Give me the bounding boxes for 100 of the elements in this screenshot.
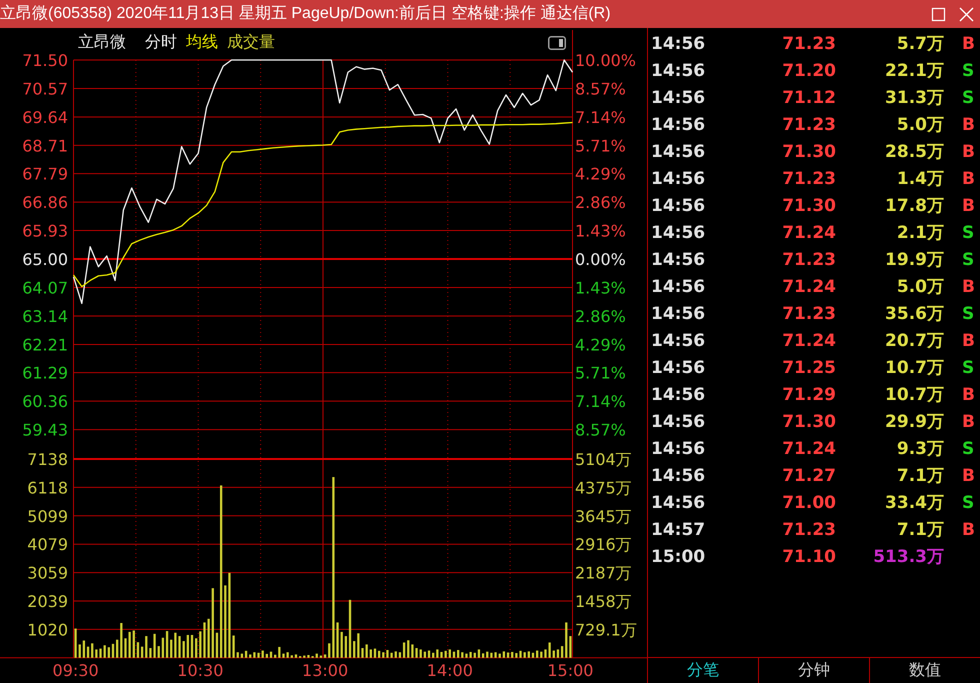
volume-bar [448, 649, 451, 658]
close-icon[interactable] [959, 6, 974, 22]
trade-volume: 5.0万 [896, 276, 944, 296]
volume-bar [108, 647, 110, 658]
volume-bar [78, 644, 81, 658]
price-axis-label: 69.64 [22, 108, 68, 127]
change-percent-label: 2.86% [575, 193, 626, 212]
volume-bar [249, 654, 252, 658]
volume-bar [74, 628, 77, 658]
legend-label: 成交量 [227, 33, 275, 50]
price-axis-label: 63.14 [22, 307, 68, 326]
trade-side: B [962, 276, 975, 296]
volume-bar [158, 646, 160, 658]
trade-time: 14:56 [651, 304, 706, 324]
amount-axis-label: 5104万 [575, 450, 632, 469]
volume-bar [266, 654, 268, 658]
trade-volume: 10.7万 [885, 384, 944, 404]
amount-axis-label: 729.1万 [575, 620, 637, 640]
change-percent-label: 5.71% [575, 136, 626, 156]
trade-side: B [962, 34, 975, 54]
price-axis-label: 68.71 [22, 136, 68, 156]
trade-price: 71.29 [782, 384, 836, 404]
bottom-tab[interactable]: 分钟 [758, 658, 869, 683]
time-axis-label: 09:30 [52, 661, 99, 680]
trade-price: 71.12 [782, 88, 836, 108]
price-axis-label: 70.57 [22, 79, 68, 98]
trade-side: B [962, 384, 975, 404]
volume-bar [420, 649, 422, 658]
volume-bar [316, 654, 318, 658]
volume-bar [212, 588, 214, 658]
trade-volume: 2.1万 [896, 222, 944, 242]
trade-volume: 9.3万 [896, 438, 944, 458]
volume-bar [124, 638, 127, 658]
trade-side: B [962, 142, 975, 162]
trade-time: 14:56 [651, 412, 706, 432]
volume-bar [532, 652, 534, 658]
volume-bar [374, 648, 376, 658]
volume-bar [120, 622, 122, 658]
trade-price: 71.00 [782, 492, 836, 512]
amount-axis-label: 2916万 [575, 535, 632, 554]
volume-bar [186, 634, 189, 658]
amount-axis-label: 1458万 [575, 592, 632, 611]
amount-axis-label: 3645万 [575, 506, 632, 526]
trade-volume: 10.7万 [885, 358, 944, 378]
trade-time: 14:56 [651, 142, 706, 162]
trade-time: 14:56 [651, 438, 706, 458]
change-percent-label: 1.43% [575, 222, 626, 241]
price-axis-label: 61.29 [22, 364, 68, 383]
volume-bar [524, 652, 526, 658]
volume-bar [282, 654, 285, 658]
volume-bar [552, 650, 555, 658]
trade-time: 14:56 [651, 60, 706, 80]
bottom-tab[interactable]: 数值 [869, 658, 980, 683]
trade-side: B [962, 168, 975, 188]
volume-axis-label: 1020 [27, 620, 68, 640]
change-percent-label: 2.86% [575, 307, 626, 326]
trade-time: 14:56 [651, 196, 706, 216]
trade-time: 14:56 [651, 492, 706, 512]
volume-bar [132, 630, 135, 658]
trade-time: 14:56 [651, 276, 706, 296]
volume-bar [328, 643, 330, 658]
volume-bar [565, 622, 568, 658]
volume-bar [278, 646, 280, 658]
panel-toggle-icon[interactable] [548, 36, 566, 50]
volume-bar [104, 645, 106, 658]
trade-time: 14:56 [651, 330, 706, 350]
change-percent-label: 7.14% [575, 392, 626, 412]
trade-volume: 28.5万 [885, 142, 944, 162]
change-percent-label: 4.29% [575, 164, 626, 184]
maximize-icon[interactable] [931, 6, 946, 22]
trade-side: B [962, 520, 975, 540]
trade-volume: 33.4万 [885, 492, 944, 512]
trade-time: 14:56 [651, 168, 706, 188]
price-axis-label: 65.93 [22, 222, 68, 241]
trade-time: 14:56 [651, 358, 706, 378]
trade-volume: 22.1万 [885, 60, 944, 80]
change-percent-label: 0.00% [575, 250, 626, 270]
trade-side: S [962, 358, 974, 378]
price-axis-label: 59.43 [22, 420, 68, 440]
trade-side: S [962, 304, 974, 324]
trade-side: B [962, 412, 975, 432]
trade-price: 71.20 [782, 60, 836, 80]
trade-volume: 513.3万 [873, 546, 944, 566]
volume-axis-label: 3059 [27, 564, 68, 583]
trade-time: 14:56 [651, 34, 706, 54]
bottom-tab[interactable]: 分笔 [648, 658, 758, 683]
trade-side: S [962, 60, 974, 80]
volume-bar [440, 652, 443, 658]
trade-price: 71.10 [782, 546, 836, 566]
trade-volume: 20.7万 [885, 330, 944, 350]
volume-axis-label: 2039 [27, 592, 68, 611]
volume-axis-label: 5099 [27, 506, 68, 526]
trade-time: 14:57 [651, 520, 706, 540]
trade-side: S [962, 88, 974, 108]
volume-bar [436, 649, 438, 658]
volume-bar [370, 649, 372, 658]
price-axis-label: 60.36 [22, 392, 68, 412]
volume-bar [452, 652, 456, 658]
trade-price: 71.30 [782, 142, 836, 162]
trade-time: 14:56 [651, 222, 706, 242]
